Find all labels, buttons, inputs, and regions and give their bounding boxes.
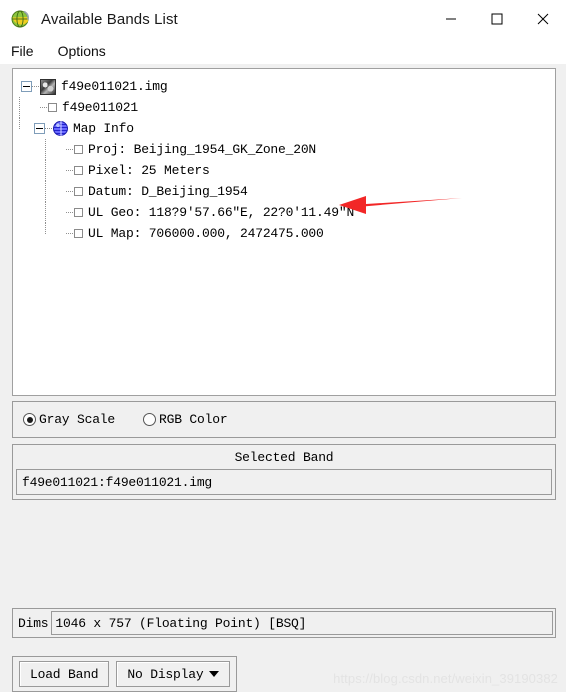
tree-row[interactable]: Pixel: 25 Meters xyxy=(13,160,555,181)
dims-value[interactable]: 1046 x 757 (Floating Point) [BSQ] xyxy=(51,611,553,635)
selected-band-title: Selected Band xyxy=(234,450,334,465)
close-button[interactable] xyxy=(520,0,566,38)
tree-connector xyxy=(32,86,40,87)
tree-node-label: Proj: Beijing_1954_GK_Zone_20N xyxy=(88,142,317,157)
tree-row[interactable]: UL Geo: 118?9'57.66"E, 22?0'11.49"N xyxy=(13,202,555,223)
window-controls xyxy=(428,0,566,38)
menu-item-file[interactable]: File xyxy=(9,41,44,61)
tree-node-label: Datum: D_Beijing_1954 xyxy=(88,184,248,199)
selected-band-value[interactable]: f49e011021:f49e011021.img xyxy=(16,469,552,495)
radio-selected-icon xyxy=(23,413,36,426)
color-mode-panel: Gray Scale RGB Color xyxy=(12,401,556,438)
menu-item-options[interactable]: Options xyxy=(56,41,116,61)
radio-gray-scale[interactable]: Gray Scale xyxy=(23,412,115,427)
chevron-down-icon xyxy=(209,671,220,677)
display-mode-label: No Display xyxy=(127,666,204,682)
tree-connector xyxy=(66,191,74,192)
tree-connector xyxy=(40,107,48,108)
globe-icon xyxy=(53,121,68,136)
minimize-button[interactable] xyxy=(428,0,474,38)
band-checkbox-icon[interactable] xyxy=(74,145,83,154)
selected-band-panel: Selected Band f49e011021:f49e011021.img xyxy=(12,444,556,500)
window-title: Available Bands List xyxy=(41,10,178,28)
main-content: f49e011021.img f49e011021 Map Info Proj:… xyxy=(0,68,566,692)
tree-row[interactable]: UL Map: 706000.000, 2472475.000 xyxy=(13,223,555,244)
tree-node-label: f49e011021 xyxy=(62,100,139,115)
action-button-panel: Load Band No Display xyxy=(12,656,238,692)
bands-tree-panel[interactable]: f49e011021.img f49e011021 Map Info Proj:… xyxy=(12,68,556,396)
tree-connector xyxy=(66,233,74,234)
radio-unselected-icon xyxy=(143,413,157,426)
tree-node-label: UL Geo: 118?9'57.66"E, 22?0'11.49"N xyxy=(88,205,355,220)
expander-collapse-icon[interactable] xyxy=(34,123,45,134)
tree-node-label: Pixel: 25 Meters xyxy=(88,163,210,178)
expander-collapse-icon[interactable] xyxy=(21,81,32,92)
tree-row[interactable]: Map Info xyxy=(13,118,555,139)
band-checkbox-icon[interactable] xyxy=(74,229,83,238)
tree-node-label: f49e011021.img xyxy=(61,79,168,94)
menu-bar: File Options xyxy=(0,38,566,64)
band-checkbox-icon[interactable] xyxy=(74,166,83,175)
dims-label: Dims xyxy=(18,615,49,631)
radio-rgb-color-label: RGB Color xyxy=(159,412,228,427)
tree-row[interactable]: f49e011021.img xyxy=(13,76,555,97)
band-checkbox-icon[interactable] xyxy=(48,103,57,112)
tree-connector xyxy=(66,149,74,150)
tree-node-label: UL Map: 706000.000, 2472475.000 xyxy=(88,226,324,241)
band-checkbox-icon[interactable] xyxy=(74,208,83,217)
tree-connector xyxy=(66,212,74,213)
title-bar: Available Bands List xyxy=(0,0,566,38)
envi-globe-icon xyxy=(10,8,32,30)
radio-rgb-color[interactable]: RGB Color xyxy=(143,412,228,427)
maximize-button[interactable] xyxy=(474,0,520,38)
watermark-text: https://blog.csdn.net/weixin_39190382 xyxy=(333,671,558,686)
tree-connector xyxy=(45,128,53,129)
radio-gray-scale-label: Gray Scale xyxy=(39,412,116,427)
image-thumbnail-icon xyxy=(40,78,56,95)
tree-connector xyxy=(66,170,74,171)
tree-row[interactable]: Datum: D_Beijing_1954 xyxy=(13,181,555,202)
load-band-button[interactable]: Load Band xyxy=(19,661,110,687)
band-checkbox-icon[interactable] xyxy=(74,187,83,196)
tree-node-label: Map Info xyxy=(73,121,134,136)
dims-panel: Dims 1046 x 757 (Floating Point) [BSQ] xyxy=(12,608,556,638)
tree-row[interactable]: Proj: Beijing_1954_GK_Zone_20N xyxy=(13,139,555,160)
tree-row[interactable]: f49e011021 xyxy=(13,97,555,118)
display-mode-dropdown[interactable]: No Display xyxy=(116,661,231,687)
